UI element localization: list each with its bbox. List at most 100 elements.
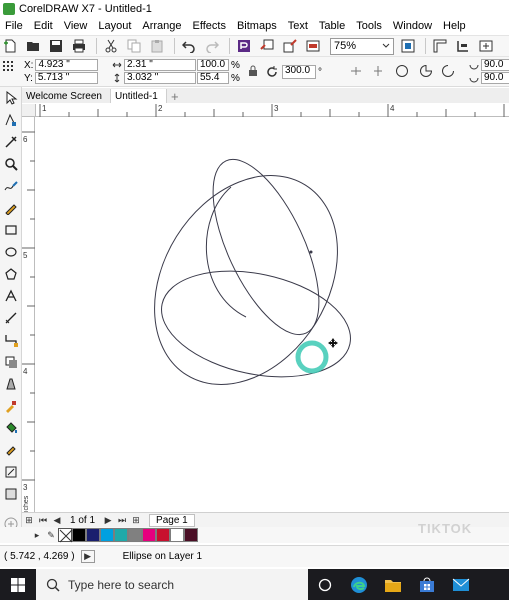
outline-pen-tool[interactable] — [0, 461, 22, 483]
menu-effects[interactable]: Effects — [188, 20, 232, 32]
tab-welcome-screen[interactable]: Welcome Screen — [22, 89, 111, 103]
drop-shadow-tool[interactable] — [0, 351, 22, 373]
ellipse-mode-button[interactable] — [395, 64, 409, 78]
polygon-tool[interactable] — [0, 263, 22, 285]
height-field[interactable]: 3.032 " — [124, 72, 196, 84]
menu-view[interactable]: View — [59, 20, 94, 32]
arc-mode-button[interactable] — [441, 64, 455, 78]
lock-ratio-button[interactable] — [248, 65, 258, 77]
tab-untitled-1[interactable]: Untitled-1 — [110, 89, 167, 103]
mirror-horizontal-button[interactable] — [350, 65, 362, 77]
connector-tool[interactable] — [0, 329, 22, 351]
paste-button[interactable] — [147, 37, 167, 55]
freehand-tool[interactable] — [0, 175, 22, 197]
color-swatch[interactable] — [86, 528, 100, 542]
pick-tool[interactable] — [0, 87, 22, 109]
y-position-field[interactable]: 5.713 " — [34, 72, 98, 84]
shape-tool[interactable] — [0, 109, 22, 131]
object-origin-icon[interactable] — [2, 60, 14, 72]
menu-tools[interactable]: Tools — [351, 20, 388, 32]
color-eyedropper-tool[interactable] — [0, 395, 22, 417]
export-button[interactable] — [280, 37, 300, 55]
next-page-button[interactable]: ▶ — [101, 514, 115, 527]
menu-table[interactable]: Table — [314, 20, 351, 32]
page-tab-1[interactable]: Page 1 — [149, 513, 195, 527]
add-page-after-button[interactable]: ⊞ — [129, 514, 143, 527]
open-button[interactable] — [23, 37, 43, 55]
previous-page-button[interactable]: ◀ — [50, 514, 64, 527]
pie-mode-button[interactable] — [419, 64, 433, 78]
parallel-dimension-tool[interactable] — [0, 307, 22, 329]
undo-button[interactable] — [179, 37, 199, 55]
color-swatch[interactable] — [184, 528, 198, 542]
x-position-field[interactable]: 4.923 " — [35, 59, 99, 71]
options-button[interactable] — [476, 37, 496, 55]
zoom-tool[interactable] — [0, 153, 22, 175]
menu-help[interactable]: Help — [438, 20, 472, 32]
show-rulers-button[interactable] — [430, 37, 450, 55]
menu-window[interactable]: Window — [388, 20, 438, 32]
mirror-vertical-button[interactable] — [372, 65, 384, 77]
color-swatch[interactable] — [128, 528, 142, 542]
search-content-button[interactable] — [234, 37, 254, 55]
crop-tool[interactable] — [0, 131, 22, 153]
text-tool[interactable] — [0, 285, 22, 307]
drawing-canvas[interactable] — [36, 117, 509, 512]
menu-arrange[interactable]: Arrange — [137, 20, 187, 32]
rectangle-tool[interactable] — [0, 219, 22, 241]
task-view-button[interactable] — [308, 569, 342, 600]
color-swatch[interactable] — [170, 528, 184, 542]
last-page-button[interactable]: ⏭ — [115, 514, 129, 527]
vertical-ruler[interactable]: 6 5 4 3 — [22, 117, 35, 512]
interactive-fill-tool[interactable] — [0, 417, 22, 439]
transparency-tool[interactable] — [0, 373, 22, 395]
new-document-button[interactable] — [0, 37, 20, 55]
scale-height-field[interactable]: 55.4 — [197, 72, 229, 84]
ellipse-shape[interactable] — [117, 142, 375, 419]
ellipse-tool[interactable] — [0, 241, 22, 263]
start-button[interactable] — [0, 569, 36, 600]
new-tab-button[interactable]: + — [167, 89, 183, 104]
horizontal-ruler[interactable]: 1 2 3 4 — [36, 104, 509, 117]
print-button[interactable] — [69, 37, 89, 55]
redo-button[interactable] — [202, 37, 222, 55]
ruler-origin[interactable] — [22, 104, 36, 117]
fill-tool[interactable] — [0, 483, 22, 505]
palette-eyedropper-button[interactable]: ✎ — [44, 529, 58, 542]
menu-edit[interactable]: Edit — [29, 20, 59, 32]
end-angle-field[interactable]: 90.0 — [481, 72, 509, 84]
cut-button[interactable] — [101, 37, 121, 55]
store-button[interactable] — [410, 569, 444, 600]
first-page-button[interactable]: ⏮ — [36, 514, 50, 527]
publish-pdf-button[interactable] — [303, 37, 323, 55]
file-explorer-button[interactable] — [376, 569, 410, 600]
menu-bitmaps[interactable]: Bitmaps — [232, 20, 283, 32]
menu-file[interactable]: File — [0, 20, 29, 32]
zoom-level-select[interactable]: 75% — [330, 37, 394, 55]
save-button[interactable] — [46, 37, 66, 55]
smart-fill-tool[interactable] — [0, 197, 22, 219]
menu-layout[interactable]: Layout — [93, 20, 137, 32]
color-swatch[interactable] — [100, 528, 114, 542]
copy-button[interactable] — [124, 37, 144, 55]
color-swatch[interactable] — [114, 528, 128, 542]
color-swatch[interactable] — [156, 528, 170, 542]
snap-to-button[interactable] — [453, 37, 473, 55]
edge-taskbar-button[interactable] — [342, 569, 376, 600]
width-field[interactable]: 2.31 " — [124, 59, 196, 71]
color-swatch[interactable] — [72, 528, 86, 542]
import-button[interactable] — [257, 37, 277, 55]
start-angle-field[interactable]: 90.0 — [481, 59, 509, 71]
taskbar-search-box[interactable]: Type here to search — [36, 569, 308, 600]
palette-scroll-left-button[interactable]: ▸ — [30, 529, 44, 542]
color-swatch[interactable] — [142, 528, 156, 542]
rotation-angle-field[interactable]: 300.0 — [282, 65, 316, 79]
menu-text[interactable]: Text — [283, 20, 314, 32]
full-screen-preview-button[interactable] — [398, 37, 418, 55]
mail-button[interactable] — [444, 569, 478, 600]
no-color-swatch[interactable] — [58, 528, 73, 543]
add-page-before-button[interactable]: ⊞ — [22, 514, 36, 527]
scale-width-field[interactable]: 100.0 — [197, 59, 229, 71]
status-menu-button[interactable]: ▶ — [80, 550, 95, 563]
smart-fill-icon-tool[interactable] — [0, 439, 22, 461]
